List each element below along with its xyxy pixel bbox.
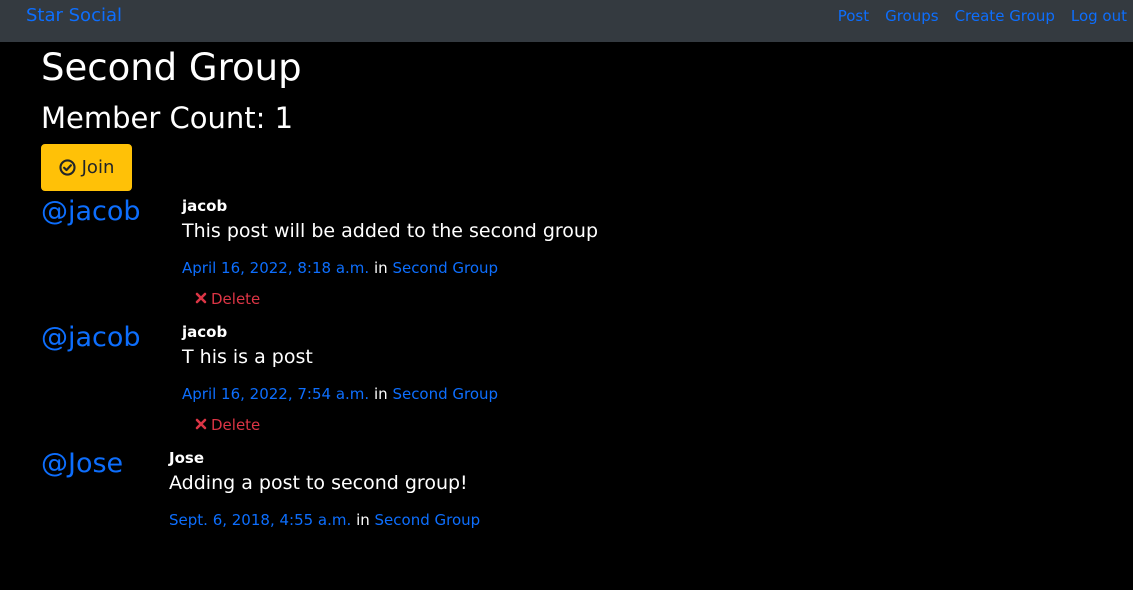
delete-post-button[interactable]: Delete	[195, 290, 260, 308]
nav-post-link[interactable]: Post	[838, 7, 869, 25]
post-date-link[interactable]: April 16, 2022, 8:18 a.m.	[182, 259, 369, 277]
post-meta: April 16, 2022, 8:18 a.m. in Second Grou…	[182, 258, 598, 278]
post-username: jacob	[182, 323, 228, 341]
nav-logout-link[interactable]: Log out	[1071, 7, 1127, 25]
post-body: Jose Adding a post to second group! Sept…	[169, 448, 480, 530]
nav-groups-link[interactable]: Groups	[885, 7, 938, 25]
post-username: jacob	[182, 197, 228, 215]
post-in-text: in	[356, 511, 370, 529]
post-handle-link[interactable]: @jacob	[41, 322, 141, 353]
post-message: This post will be added to the second gr…	[182, 220, 599, 242]
delete-label: Delete	[211, 290, 261, 308]
post-group-link[interactable]: Second Group	[375, 511, 481, 529]
x-icon	[195, 416, 207, 434]
post-in-text: in	[373, 385, 388, 403]
post-date-link[interactable]: April 16, 2022, 7:54 a.m.	[182, 385, 369, 403]
post-meta: April 16, 2022, 7:54 a.m. in Second Grou…	[182, 384, 498, 404]
member-count: Member Count: 1	[41, 101, 294, 135]
join-label: Join	[81, 157, 115, 178]
post-body: jacob This post will be added to the sec…	[182, 196, 598, 278]
post-in-text: in	[373, 259, 388, 277]
navbar: Star Social Post Groups Create Group Log…	[0, 0, 1133, 42]
check-circle-icon	[59, 159, 76, 176]
delete-label: Delete	[211, 416, 261, 434]
post-group-link[interactable]: Second Group	[392, 259, 498, 277]
post-handle-link[interactable]: @Jose	[41, 448, 123, 479]
post-meta: Sept. 6, 2018, 4:55 a.m. in Second Group	[169, 510, 480, 530]
post-message: T his is a post	[182, 346, 313, 368]
post-group-link[interactable]: Second Group	[392, 385, 498, 403]
post-username: Jose	[169, 449, 204, 467]
join-button[interactable]: Join	[41, 144, 132, 191]
group-title: Second Group	[41, 46, 302, 89]
post-date-link[interactable]: Sept. 6, 2018, 4:55 a.m.	[169, 511, 351, 529]
nav-links: Post Groups Create Group Log out	[838, 7, 1127, 25]
x-icon	[195, 290, 207, 308]
post-message: Adding a post to second group!	[169, 472, 468, 494]
delete-post-button[interactable]: Delete	[195, 416, 260, 434]
post-body: jacob T his is a post April 16, 2022, 7:…	[182, 322, 498, 404]
brand-link[interactable]: Star Social	[26, 5, 122, 26]
nav-create-group-link[interactable]: Create Group	[955, 7, 1055, 25]
post-handle-link[interactable]: @jacob	[41, 196, 141, 227]
